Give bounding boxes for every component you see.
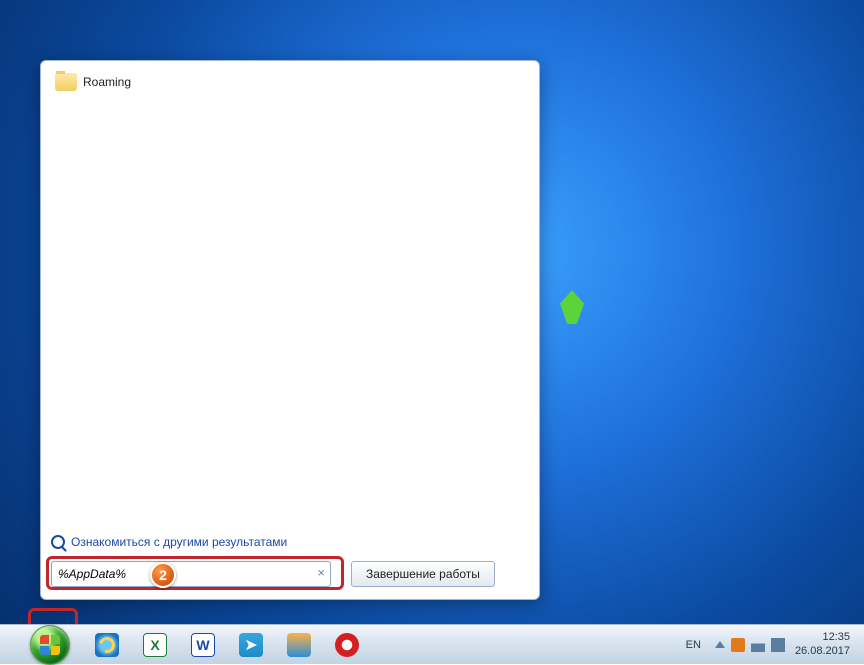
language-indicator[interactable]: EN [682, 637, 705, 653]
show-hidden-icons-icon[interactable] [715, 641, 725, 648]
action-center-icon[interactable] [731, 638, 745, 652]
system-tray: EN 12:35 26.08.2017 [682, 631, 864, 657]
taskbar: X W ➤ EN 12:35 26.08.2017 [0, 624, 864, 664]
taskbar-item-opera[interactable] [326, 629, 368, 661]
wallpaper-leaf-decoration [560, 290, 584, 324]
excel-icon: X [143, 633, 167, 657]
result-item-roaming[interactable]: Roaming [51, 71, 529, 93]
ie-icon [95, 633, 119, 657]
start-menu-bottom-row: × Завершение работы [51, 559, 529, 589]
gallery-icon [287, 633, 311, 657]
see-more-results-link[interactable]: Ознакомиться с другими результатами [51, 535, 287, 549]
opera-icon [335, 633, 359, 657]
word-icon: W [191, 633, 215, 657]
network-icon[interactable] [751, 638, 765, 652]
windows-logo-icon [40, 635, 60, 655]
search-input[interactable] [51, 561, 331, 587]
search-icon [51, 535, 65, 549]
taskbar-item-gallery[interactable] [278, 629, 320, 661]
telegram-icon: ➤ [239, 633, 263, 657]
folder-icon [55, 73, 77, 91]
search-field-wrap: × [51, 561, 331, 587]
taskbar-item-word[interactable]: W [182, 629, 224, 661]
taskbar-item-telegram[interactable]: ➤ [230, 629, 272, 661]
tray-icon-group [715, 638, 785, 652]
start-menu-panel: Roaming Ознакомиться с другими результат… [40, 60, 540, 600]
shutdown-button[interactable]: Завершение работы [351, 561, 495, 587]
clock-time: 12:35 [795, 631, 850, 644]
search-results-list: Roaming [51, 71, 529, 524]
start-button[interactable] [30, 625, 70, 665]
annotation-badge-2: 2 [150, 562, 176, 588]
taskbar-item-internet-explorer[interactable] [86, 629, 128, 661]
taskbar-pinned-items: X W ➤ [86, 629, 368, 661]
clock-date: 26.08.2017 [795, 645, 850, 658]
taskbar-item-excel[interactable]: X [134, 629, 176, 661]
clear-search-icon[interactable]: × [317, 565, 325, 580]
see-more-label: Ознакомиться с другими результатами [71, 535, 287, 549]
volume-icon[interactable] [771, 638, 785, 652]
result-label: Roaming [83, 75, 131, 89]
clock[interactable]: 12:35 26.08.2017 [795, 631, 850, 657]
